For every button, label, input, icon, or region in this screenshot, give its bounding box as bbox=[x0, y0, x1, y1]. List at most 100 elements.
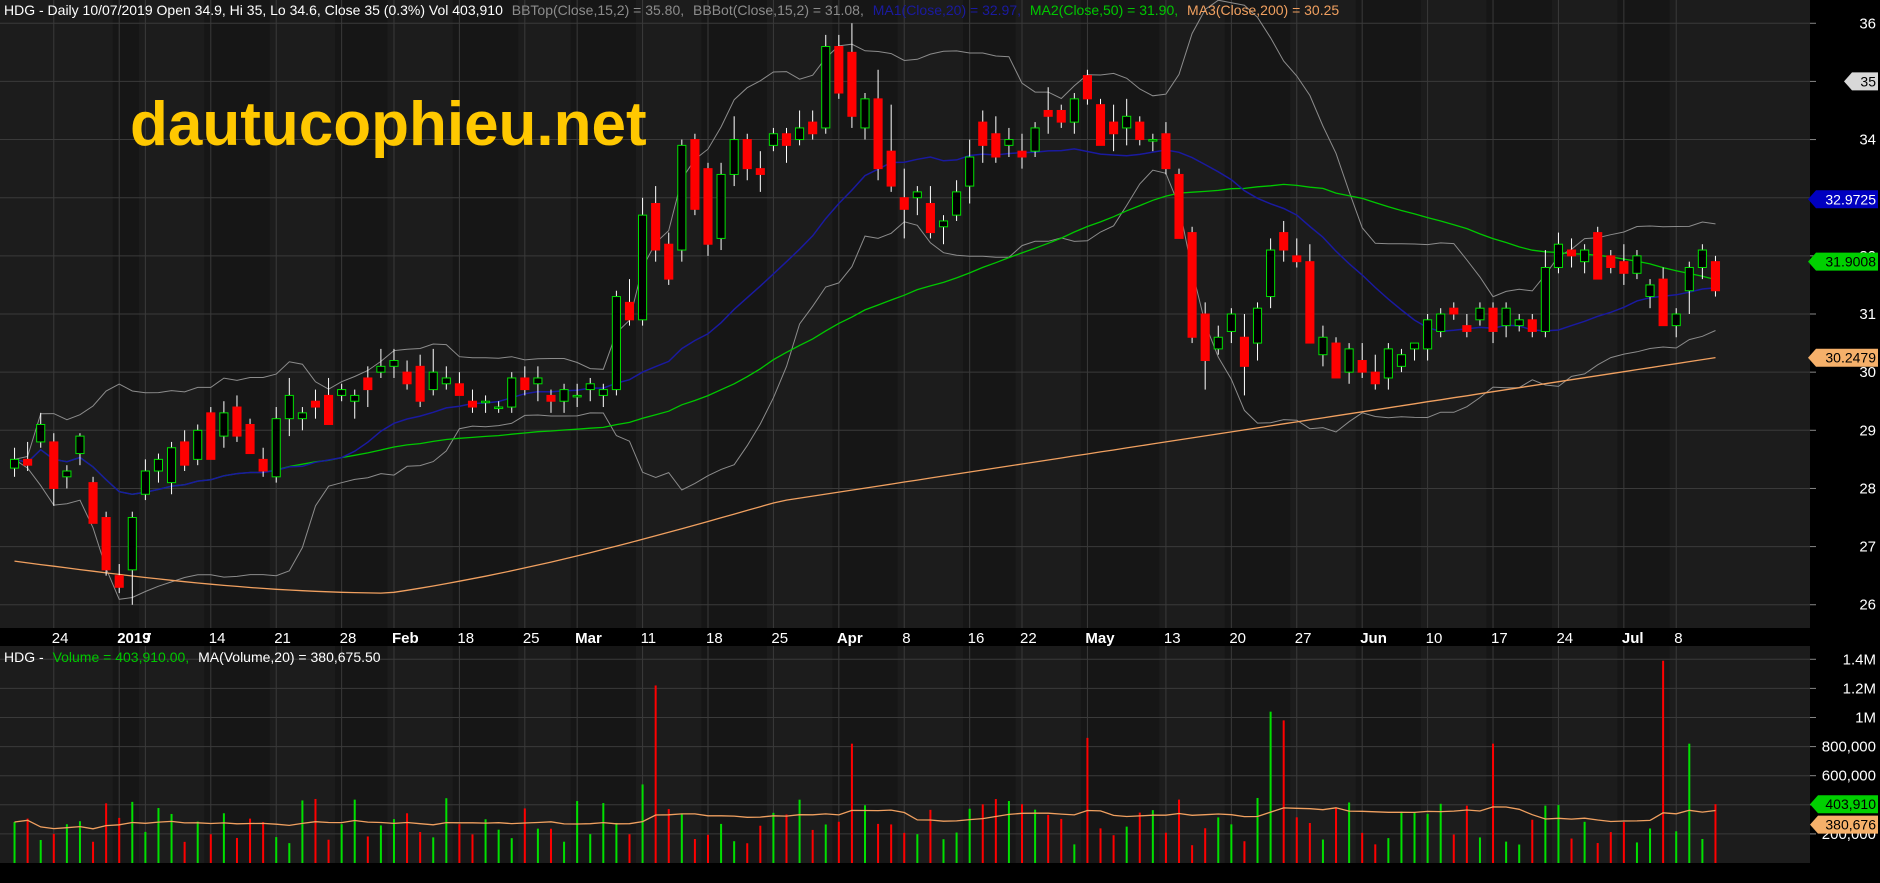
volume-bar[interactable] bbox=[1007, 801, 1010, 863]
volume-bar[interactable] bbox=[759, 825, 762, 863]
volume-bar[interactable] bbox=[1439, 803, 1442, 863]
volume-bar[interactable] bbox=[1492, 743, 1495, 863]
volume-bar[interactable] bbox=[458, 824, 461, 863]
volume-bar[interactable] bbox=[1243, 841, 1246, 863]
volume-bar[interactable] bbox=[1570, 838, 1573, 863]
volume-bar[interactable] bbox=[445, 798, 448, 863]
volume-bar[interactable] bbox=[1622, 822, 1625, 863]
volume-bar[interactable] bbox=[392, 819, 395, 863]
volume-bar[interactable] bbox=[1714, 804, 1717, 863]
volume-bar[interactable] bbox=[981, 804, 984, 863]
volume-bar[interactable] bbox=[1191, 845, 1194, 863]
volume-bar[interactable] bbox=[65, 824, 68, 863]
volume-bar[interactable] bbox=[1204, 828, 1207, 863]
volume-bar[interactable] bbox=[432, 837, 435, 863]
volume-bar[interactable] bbox=[1335, 807, 1338, 863]
volume-bar[interactable] bbox=[52, 833, 55, 863]
volume-bar[interactable] bbox=[209, 834, 212, 863]
candle[interactable] bbox=[206, 407, 216, 460]
candle[interactable] bbox=[193, 424, 203, 466]
volume-bar[interactable] bbox=[1675, 831, 1678, 863]
volume-bar[interactable] bbox=[1505, 841, 1508, 863]
volume-bar[interactable] bbox=[1060, 818, 1063, 863]
volume-bar[interactable] bbox=[1112, 835, 1115, 863]
volume-bar[interactable] bbox=[706, 834, 709, 863]
candle[interactable] bbox=[1593, 226, 1603, 280]
volume-bar[interactable] bbox=[406, 813, 409, 863]
volume-bar[interactable] bbox=[1282, 720, 1285, 863]
volume-bar[interactable] bbox=[1230, 824, 1233, 863]
volume-bar[interactable] bbox=[1099, 828, 1102, 863]
volume-bar[interactable] bbox=[262, 822, 265, 863]
volume-bar[interactable] bbox=[1465, 805, 1468, 863]
volume-bar[interactable] bbox=[1518, 844, 1521, 863]
volume-bar[interactable] bbox=[1649, 828, 1652, 863]
volume-bar[interactable] bbox=[484, 819, 487, 863]
volume-bar[interactable] bbox=[288, 843, 291, 863]
volume-bar[interactable] bbox=[536, 828, 539, 863]
candle[interactable] bbox=[716, 162, 726, 251]
volume-bar[interactable] bbox=[720, 823, 723, 863]
volume-bar[interactable] bbox=[196, 821, 199, 863]
volume-bar[interactable] bbox=[968, 808, 971, 863]
volume-bar[interactable] bbox=[1426, 813, 1429, 863]
volume-bar[interactable] bbox=[1178, 799, 1181, 863]
volume-bar[interactable] bbox=[235, 837, 238, 863]
candle[interactable] bbox=[690, 133, 700, 216]
volume-bar[interactable] bbox=[353, 799, 356, 863]
candle[interactable] bbox=[101, 511, 111, 576]
volume-bar[interactable] bbox=[1609, 832, 1612, 863]
volume-bar[interactable] bbox=[1164, 832, 1167, 863]
candle[interactable] bbox=[1331, 337, 1341, 379]
volume-bar[interactable] bbox=[105, 803, 108, 863]
volume-bar[interactable] bbox=[1557, 805, 1560, 863]
volume-bar[interactable] bbox=[249, 818, 252, 863]
volume-bar[interactable] bbox=[746, 843, 749, 863]
volume-bar[interactable] bbox=[811, 829, 814, 863]
volume-bar[interactable] bbox=[1413, 812, 1416, 863]
volume-bar[interactable] bbox=[327, 839, 330, 863]
volume-bar[interactable] bbox=[667, 809, 670, 863]
chart-svg[interactable]: dautucophieu.net HDG - Daily 10/07/2019 … bbox=[0, 0, 1880, 878]
volume-bar[interactable] bbox=[955, 832, 958, 863]
volume-bar[interactable] bbox=[942, 839, 945, 863]
volume-bar[interactable] bbox=[1217, 817, 1220, 863]
volume-bar[interactable] bbox=[183, 841, 186, 863]
volume-bar[interactable] bbox=[144, 831, 147, 863]
candle[interactable] bbox=[1095, 98, 1106, 146]
volume-bar[interactable] bbox=[628, 834, 631, 863]
volume-bar[interactable] bbox=[929, 809, 932, 863]
volume-bar[interactable] bbox=[1400, 811, 1403, 863]
volume-bar[interactable] bbox=[680, 814, 683, 863]
volume-bar[interactable] bbox=[733, 841, 736, 863]
volume-bar[interactable] bbox=[1138, 812, 1141, 863]
volume-bar[interactable] bbox=[275, 837, 278, 863]
candle[interactable] bbox=[611, 290, 621, 396]
volume-bar[interactable] bbox=[589, 834, 592, 863]
volume-bar[interactable] bbox=[641, 784, 644, 863]
volume-bar[interactable] bbox=[1387, 838, 1390, 863]
volume-bar[interactable] bbox=[1583, 821, 1586, 863]
volume-bar[interactable] bbox=[576, 801, 579, 863]
volume-bar[interactable] bbox=[497, 829, 500, 863]
volume-bar[interactable] bbox=[1295, 817, 1298, 863]
volume-bar[interactable] bbox=[92, 841, 95, 863]
candle[interactable] bbox=[677, 139, 687, 262]
volume-bar[interactable] bbox=[1662, 660, 1665, 863]
volume-bar[interactable] bbox=[157, 808, 160, 863]
candle[interactable] bbox=[638, 197, 648, 326]
volume-bar[interactable] bbox=[39, 839, 42, 863]
volume-bar[interactable] bbox=[1688, 743, 1691, 863]
volume-bar[interactable] bbox=[1361, 832, 1364, 863]
volume-bar[interactable] bbox=[903, 832, 906, 863]
volume-bar[interactable] bbox=[994, 799, 997, 863]
volume-bar[interactable] bbox=[1151, 810, 1154, 863]
volume-bar[interactable] bbox=[78, 821, 81, 863]
volume-bar[interactable] bbox=[1596, 843, 1599, 863]
volume-bar[interactable] bbox=[301, 800, 304, 863]
volume-bar[interactable] bbox=[602, 803, 605, 863]
volume-bar[interactable] bbox=[1321, 839, 1324, 863]
volume-bar[interactable] bbox=[222, 813, 225, 863]
volume-bar[interactable] bbox=[1073, 844, 1076, 863]
volume-bar[interactable] bbox=[654, 685, 657, 863]
